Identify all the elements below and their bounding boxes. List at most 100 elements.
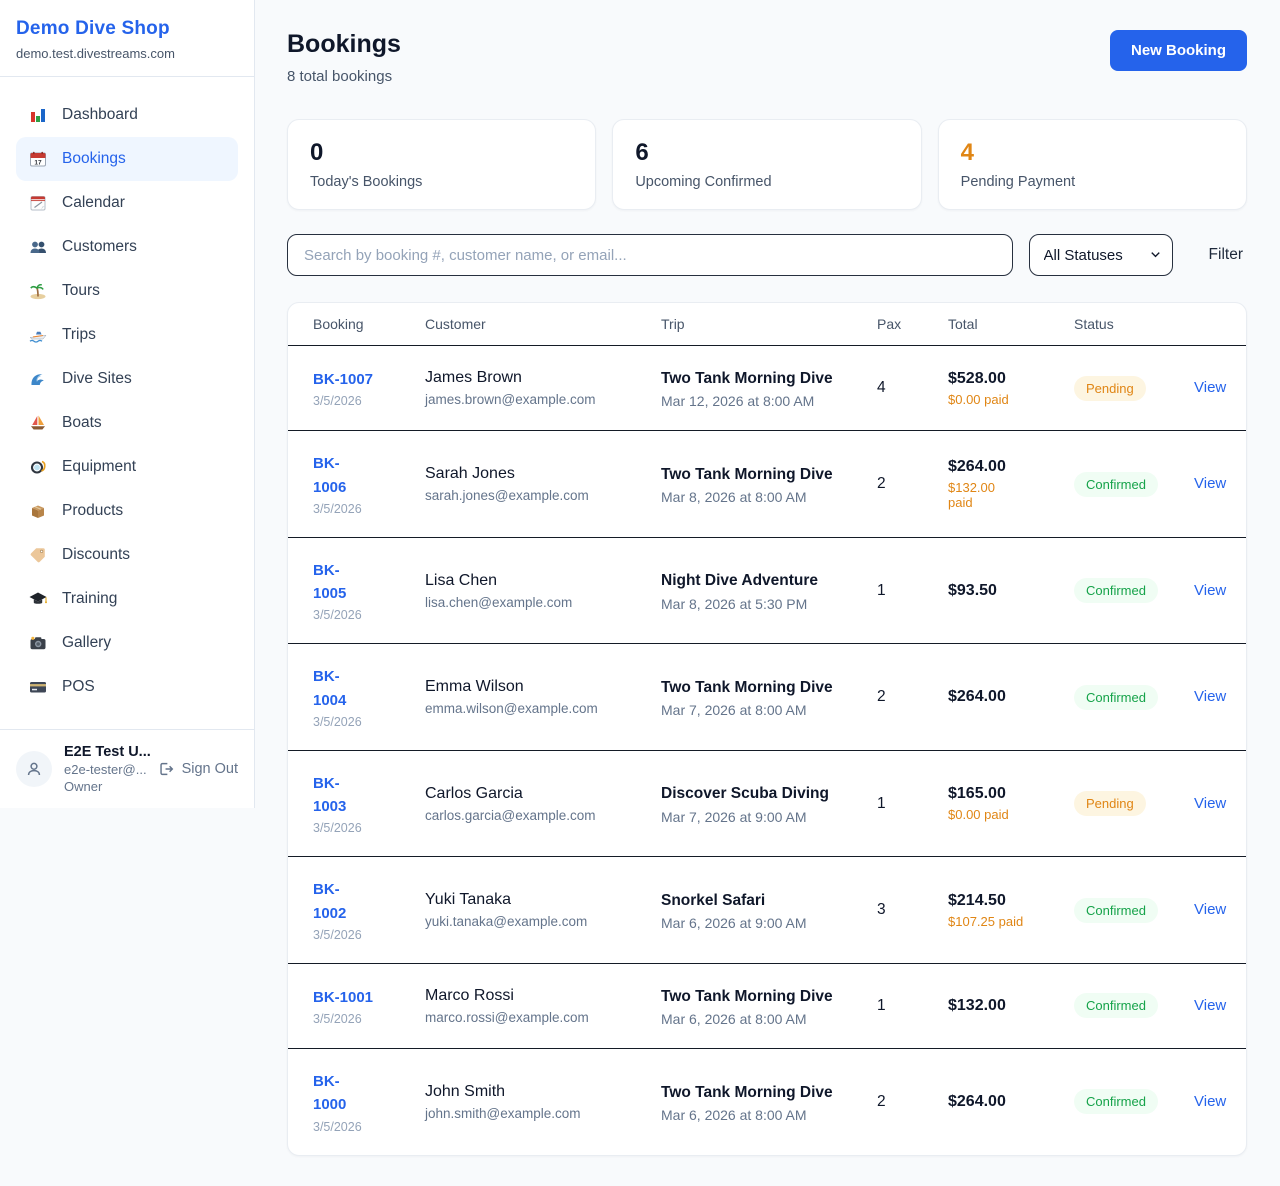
trip-name: Two Tank Morning Dive xyxy=(661,367,833,390)
trip-datetime: Mar 8, 2026 at 8:00 AM xyxy=(661,489,865,505)
sidebar-item-customers[interactable]: Customers xyxy=(16,225,238,269)
calendar-pad-icon xyxy=(28,193,48,213)
trip-name: Two Tank Morning Dive xyxy=(661,1081,833,1104)
sidebar-item-label: Tours xyxy=(62,282,100,300)
sidebar-item-dashboard[interactable]: Dashboard xyxy=(16,93,238,137)
view-link[interactable]: View xyxy=(1194,795,1226,812)
booking-date: 3/5/2026 xyxy=(313,715,413,729)
view-link[interactable]: View xyxy=(1194,1093,1226,1110)
trip-datetime: Mar 7, 2026 at 9:00 AM xyxy=(661,809,865,825)
customer-email: emma.wilson@example.com xyxy=(425,701,649,716)
page-header: Bookings 8 total bookings New Booking xyxy=(287,30,1247,85)
status-badge: Confirmed xyxy=(1074,993,1158,1018)
pax-count: 1 xyxy=(877,963,948,1048)
col-actions xyxy=(1194,303,1246,346)
sidebar-item-label: Equipment xyxy=(62,458,136,476)
total-amount: $93.50 xyxy=(948,582,1062,600)
sidebar-item-label: POS xyxy=(62,678,95,696)
bar-chart-icon xyxy=(28,105,48,125)
col-trip: Trip xyxy=(661,303,877,346)
sidebar-item-training[interactable]: Training xyxy=(16,577,238,621)
booking-link[interactable]: BK-1003 xyxy=(313,772,351,819)
status-badge: Confirmed xyxy=(1074,1089,1158,1114)
page-title: Bookings xyxy=(287,30,401,59)
stat-label: Upcoming Confirmed xyxy=(635,174,898,190)
island-icon xyxy=(28,281,48,301)
sidebar: Demo Dive Shop demo.test.divestreams.com… xyxy=(0,0,255,808)
status-select[interactable]: All Statuses xyxy=(1029,234,1173,276)
search-input[interactable] xyxy=(287,234,1013,276)
booking-link[interactable]: BK-1000 xyxy=(313,1070,351,1117)
status-select-wrap: All Statuses xyxy=(1029,234,1173,276)
sidebar-item-dive-sites[interactable]: Dive Sites xyxy=(16,357,238,401)
camera-icon xyxy=(28,633,48,653)
pax-count: 1 xyxy=(877,537,948,644)
booking-date: 3/5/2026 xyxy=(313,821,413,835)
sidebar-item-equipment[interactable]: Equipment xyxy=(16,445,238,489)
sidebar-item-trips[interactable]: Trips xyxy=(16,313,238,357)
sidebar-item-tours[interactable]: Tours xyxy=(16,269,238,313)
main-content: Bookings 8 total bookings New Booking 0 … xyxy=(255,0,1280,1186)
table-row: BK-10003/5/2026 John Smithjohn.smith@exa… xyxy=(288,1049,1246,1155)
customer-email: marco.rossi@example.com xyxy=(425,1010,649,1025)
pax-count: 2 xyxy=(877,1049,948,1155)
sidebar-item-label: Dashboard xyxy=(62,106,138,124)
col-pax: Pax xyxy=(877,303,948,346)
booking-link[interactable]: BK-1006 xyxy=(313,452,351,499)
customer-name: John Smith xyxy=(425,1083,649,1101)
sidebar-item-label: Trips xyxy=(62,326,96,344)
booking-link[interactable]: BK-1005 xyxy=(313,559,351,606)
sidebar-item-calendar[interactable]: Calendar xyxy=(16,181,238,225)
customer-name: James Brown xyxy=(425,369,649,387)
sidebar-item-label: Boats xyxy=(62,414,102,432)
paid-amount: $132.00 paid xyxy=(948,480,1010,510)
shop-domain: demo.test.divestreams.com xyxy=(16,46,238,61)
booking-link[interactable]: BK-1007 xyxy=(313,371,373,388)
customer-name: Lisa Chen xyxy=(425,572,649,590)
table-row: BK-10013/5/2026 Marco Rossimarco.rossi@e… xyxy=(288,963,1246,1048)
sidebar-item-bookings[interactable]: 17 Bookings xyxy=(16,137,238,181)
total-amount: $165.00 xyxy=(948,785,1062,803)
sidebar-item-boats[interactable]: Boats xyxy=(16,401,238,445)
booking-link[interactable]: BK-1002 xyxy=(313,878,351,925)
booking-link[interactable]: BK-1001 xyxy=(313,989,373,1006)
pax-count: 2 xyxy=(877,644,948,751)
view-link[interactable]: View xyxy=(1194,475,1226,492)
view-link[interactable]: View xyxy=(1194,582,1226,599)
sidebar-item-pos[interactable]: POS xyxy=(16,665,238,709)
sailboat-icon xyxy=(28,413,48,433)
sidebar-item-products[interactable]: Products xyxy=(16,489,238,533)
col-total: Total xyxy=(948,303,1074,346)
trip-name: Snorkel Safari xyxy=(661,889,833,912)
trip-datetime: Mar 6, 2026 at 9:00 AM xyxy=(661,915,865,931)
user-meta: E2E Test U... e2e-tester@... Owner xyxy=(64,744,145,794)
booking-link[interactable]: BK-1004 xyxy=(313,665,351,712)
customer-name: Yuki Tanaka xyxy=(425,891,649,909)
view-link[interactable]: View xyxy=(1194,379,1226,396)
package-icon xyxy=(28,501,48,521)
trip-datetime: Mar 8, 2026 at 5:30 PM xyxy=(661,596,865,612)
sign-out-button[interactable]: Sign Out xyxy=(157,760,238,778)
shop-header: Demo Dive Shop demo.test.divestreams.com xyxy=(0,0,254,77)
bookings-table-card: Booking Customer Trip Pax Total Status B… xyxy=(287,302,1247,1156)
filter-button[interactable]: Filter xyxy=(1205,240,1247,270)
sidebar-nav: Dashboard 17 Bookings Calendar Customers… xyxy=(0,77,254,729)
sidebar-item-discounts[interactable]: Discounts xyxy=(16,533,238,577)
sidebar-item-label: Training xyxy=(62,590,117,608)
view-link[interactable]: View xyxy=(1194,997,1226,1014)
booking-date: 3/5/2026 xyxy=(313,608,413,622)
speedboat-icon xyxy=(28,325,48,345)
page-subtitle: 8 total bookings xyxy=(287,68,401,85)
col-status: Status xyxy=(1074,303,1194,346)
view-link[interactable]: View xyxy=(1194,901,1226,918)
new-booking-button[interactable]: New Booking xyxy=(1110,30,1247,71)
sidebar-item-label: Discounts xyxy=(62,546,130,564)
table-header: Booking Customer Trip Pax Total Status xyxy=(288,303,1246,346)
sidebar-item-gallery[interactable]: Gallery xyxy=(16,621,238,665)
stat-label: Pending Payment xyxy=(961,174,1224,190)
status-badge: Confirmed xyxy=(1074,472,1158,497)
view-link[interactable]: View xyxy=(1194,688,1226,705)
filter-row: All Statuses Filter xyxy=(287,234,1247,276)
credit-card-icon xyxy=(28,677,48,697)
trip-datetime: Mar 6, 2026 at 8:00 AM xyxy=(661,1011,865,1027)
